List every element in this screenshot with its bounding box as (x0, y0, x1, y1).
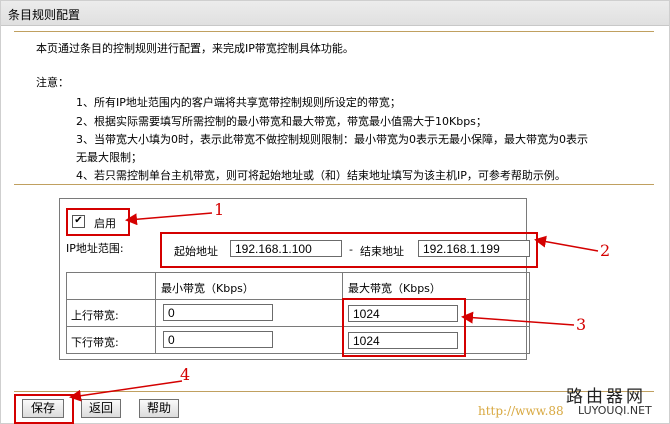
annotation-1: 1 (214, 200, 225, 219)
watermark-site: LUYOUQI.NET (578, 404, 652, 417)
arrow-2 (534, 235, 599, 252)
annotation-4: 4 (180, 365, 191, 384)
arrow-4 (69, 380, 183, 402)
arrow-1 (125, 212, 213, 226)
annotation-arrows (69, 212, 599, 402)
watermark-url: http://www.88 (478, 404, 564, 418)
annotation-3: 3 (576, 315, 587, 334)
arrow-3 (461, 311, 575, 326)
annotation-2: 2 (600, 241, 611, 260)
